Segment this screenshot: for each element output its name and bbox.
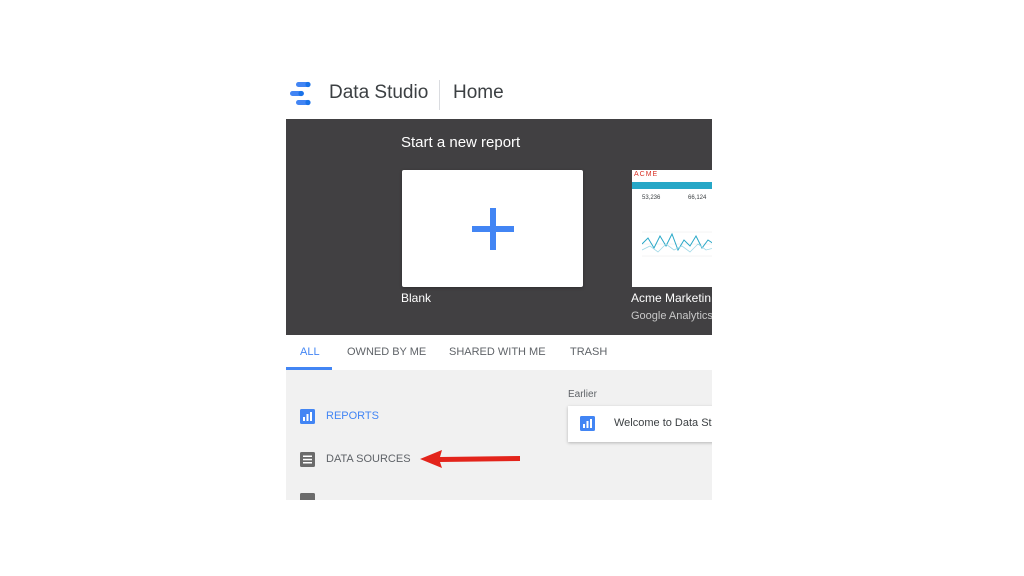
tab-trash[interactable]: TRASH (570, 346, 607, 358)
red-arrow-annotation (420, 450, 520, 468)
bar-chart-icon (300, 409, 315, 424)
template-name: Acme Marketin (631, 291, 712, 305)
tab-all[interactable]: ALL (300, 346, 320, 358)
template-metric: 66,124 (688, 195, 707, 201)
blank-report-card[interactable] (402, 170, 583, 287)
template-brand: ACME (634, 171, 659, 178)
new-report-panel: Start a new report Blank ACME 53,236 66,… (286, 119, 712, 335)
data-studio-logo-icon[interactable] (288, 80, 314, 108)
tab-owned-by-me[interactable]: OWNED BY ME (347, 346, 426, 358)
template-metric: 53,236 (642, 195, 661, 201)
report-filter-tabs: ALL OWNED BY ME SHARED WITH ME TRASH (286, 335, 712, 371)
folder-icon (300, 493, 315, 500)
template-source: Google Analytics (631, 310, 712, 322)
bar-chart-icon (580, 416, 595, 431)
blank-report-label: Blank (401, 291, 432, 305)
section-heading-earlier: Earlier (568, 389, 597, 400)
report-title: Welcome to Data St (614, 417, 712, 429)
new-report-heading: Start a new report (401, 134, 521, 151)
sidebar-item-label: REPORTS (326, 410, 379, 422)
header-divider (439, 80, 440, 110)
template-banner (632, 182, 712, 189)
app-name: Data Studio (329, 82, 429, 103)
page-title: Home (453, 82, 504, 103)
tab-shared-with-me[interactable]: SHARED WITH ME (449, 346, 546, 358)
content-area: REPORTS DATA SOURCES Earlier Welcome to … (286, 370, 712, 500)
template-line-chart (642, 231, 712, 257)
plus-icon (472, 208, 514, 250)
sidebar-item-label: DATA SOURCES (326, 453, 411, 465)
data-studio-window: Data Studio Home Start a new report Blan… (286, 72, 712, 500)
top-bar: Data Studio Home (286, 72, 712, 120)
list-icon (300, 452, 315, 467)
report-card[interactable]: Welcome to Data St (568, 406, 712, 442)
acme-template-card[interactable]: ACME 53,236 66,124 (632, 170, 712, 287)
